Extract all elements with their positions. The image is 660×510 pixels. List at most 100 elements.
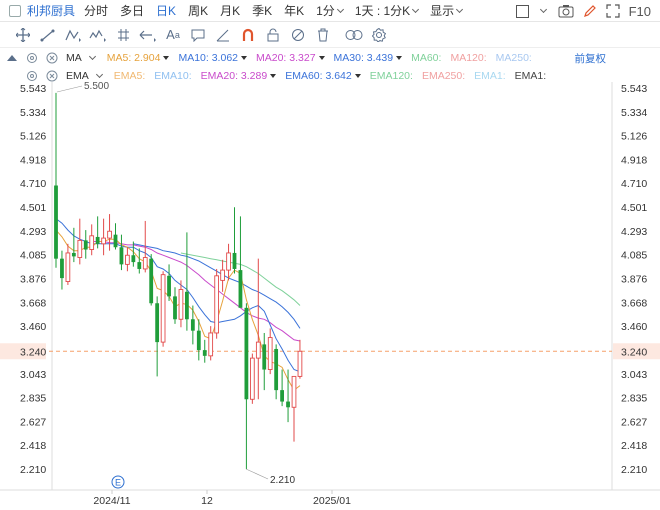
candle-body-down[interactable] [244, 307, 249, 400]
left-price-tick: 5.126 [20, 131, 46, 143]
left-price-tick: 2.418 [20, 440, 46, 452]
chevron-down-icon[interactable] [88, 52, 96, 61]
chevron-down-icon[interactable] [95, 70, 103, 79]
candle-body-down[interactable] [190, 319, 195, 331]
candle-body-up[interactable] [249, 357, 255, 400]
candle-body-up[interactable] [255, 341, 261, 359]
candle-body-up[interactable] [101, 237, 106, 245]
tab-quarterly-k[interactable]: 季K [252, 2, 272, 19]
stock-name[interactable]: 利邦厨具 [27, 2, 75, 19]
layout-square-icon[interactable] [515, 4, 529, 18]
candle-body-down[interactable] [83, 240, 88, 250]
hash-icon[interactable] [112, 25, 134, 45]
candle-body-down[interactable] [274, 348, 279, 391]
ema-indicator-name[interactable]: EMA [66, 70, 89, 82]
candle-body-down[interactable] [238, 270, 243, 308]
candle-body-up[interactable] [142, 257, 148, 270]
candle-body-up[interactable] [208, 332, 214, 357]
ema-value-4: EMA120: [369, 70, 413, 82]
candle-body-up[interactable] [125, 254, 130, 265]
f10-button[interactable]: F10 [629, 4, 651, 19]
chevron-down-icon[interactable] [539, 5, 547, 14]
text-icon[interactable]: Aa [162, 25, 184, 45]
candle-body-down[interactable] [71, 252, 76, 257]
candle-body-down[interactable] [185, 291, 189, 320]
left-price-tick: 4.501 [20, 202, 46, 214]
line-icon[interactable] [37, 25, 59, 45]
ema-value-3: EMA60: 3.642 [285, 70, 361, 82]
candle-body-up[interactable] [65, 252, 71, 282]
right-price-tick: 2.627 [621, 416, 647, 428]
candle-body-down[interactable] [155, 303, 160, 343]
lock-icon[interactable] [262, 25, 284, 45]
caret-down-icon [318, 56, 325, 61]
display-select[interactable]: 显示 [430, 2, 464, 19]
candle-body-down[interactable] [60, 258, 64, 279]
magnet-icon[interactable] [237, 25, 259, 45]
tab-yearly-k[interactable]: 年K [284, 2, 304, 19]
compare-icon[interactable] [343, 25, 365, 45]
crosshair-icon[interactable] [12, 25, 34, 45]
stock-select-checkbox[interactable] [9, 4, 21, 17]
arrow-icon[interactable] [137, 25, 159, 45]
tab-daily-k[interactable]: 日K [156, 2, 176, 19]
candle-body-up[interactable] [178, 289, 184, 320]
candle-body-up[interactable] [214, 275, 219, 334]
candle-body-down[interactable] [167, 275, 171, 297]
delete-icon[interactable] [312, 25, 334, 45]
ruler-icon[interactable] [212, 25, 234, 45]
fullscreen-icon[interactable] [605, 4, 620, 18]
edit-pencil-icon[interactable] [583, 4, 597, 18]
candle-body-up[interactable] [291, 375, 297, 408]
chevron-down-icon [336, 5, 344, 14]
candle-body-down[interactable] [137, 262, 142, 269]
adjust-mode-button[interactable]: 前复权 [575, 51, 607, 66]
candle-body-up[interactable] [220, 269, 225, 281]
wave-icon[interactable] [87, 25, 109, 45]
ma-settings-icon[interactable] [24, 50, 40, 66]
candle-body-down[interactable] [54, 185, 58, 259]
tab-multiday[interactable]: 多日 [120, 2, 144, 19]
tab-timeshare[interactable]: 分时 [84, 2, 108, 19]
ma-value-list: MA5: 2.904 MA10: 3.062 MA20: 3.327 MA30: 3.… [107, 52, 541, 64]
candle-body-down[interactable] [262, 344, 267, 370]
camera-icon[interactable] [558, 4, 574, 18]
right-price-tick: 4.710 [621, 178, 647, 190]
candle-body-up[interactable] [89, 235, 95, 250]
tab-monthly-k[interactable]: 月K [220, 2, 240, 19]
left-price-tick: 2.835 [20, 393, 46, 405]
collapse-icon[interactable] [4, 50, 20, 66]
candle-body-down[interactable] [119, 247, 124, 265]
range-select[interactable]: 1天 : 1分K [355, 2, 420, 19]
candle-body-down[interactable] [232, 252, 237, 269]
candle-body-down[interactable] [173, 296, 177, 320]
candle-body-down[interactable] [149, 258, 154, 304]
pattern-icon[interactable] [62, 25, 84, 45]
candle-body-down[interactable] [196, 330, 201, 351]
candle-body-up[interactable] [160, 274, 166, 343]
candle-body-up[interactable] [107, 230, 112, 239]
ema-settings-icon[interactable] [24, 68, 40, 84]
ma-indicator-name[interactable]: MA [66, 52, 82, 64]
tab-weekly-k[interactable]: 周K [188, 2, 208, 19]
comment-icon[interactable] [187, 25, 209, 45]
right-price-tick: 2.418 [621, 440, 647, 452]
candle-body-down[interactable] [280, 390, 284, 402]
minute-select[interactable]: 1分 [316, 2, 344, 19]
time-tick-label: 2024/11 [93, 495, 130, 507]
candle-body-down[interactable] [202, 350, 207, 356]
ma-close-icon[interactable] [44, 50, 60, 66]
candle-body-down[interactable] [131, 255, 136, 263]
settings-icon[interactable] [368, 25, 390, 45]
right-price-tick: 4.501 [621, 202, 647, 214]
visibility-icon[interactable] [287, 25, 309, 45]
candle-body-up[interactable] [297, 350, 303, 377]
ma-value-0: MA5: 2.904 [107, 52, 170, 64]
candle-body-down[interactable] [95, 236, 100, 244]
candle-body-down[interactable] [113, 234, 118, 248]
candle-body-up[interactable] [77, 239, 83, 258]
ema-close-icon[interactable] [44, 68, 60, 84]
candle-body-up[interactable] [226, 252, 231, 271]
candle-body-up[interactable] [267, 337, 273, 370]
candle-body-down[interactable] [286, 401, 290, 408]
